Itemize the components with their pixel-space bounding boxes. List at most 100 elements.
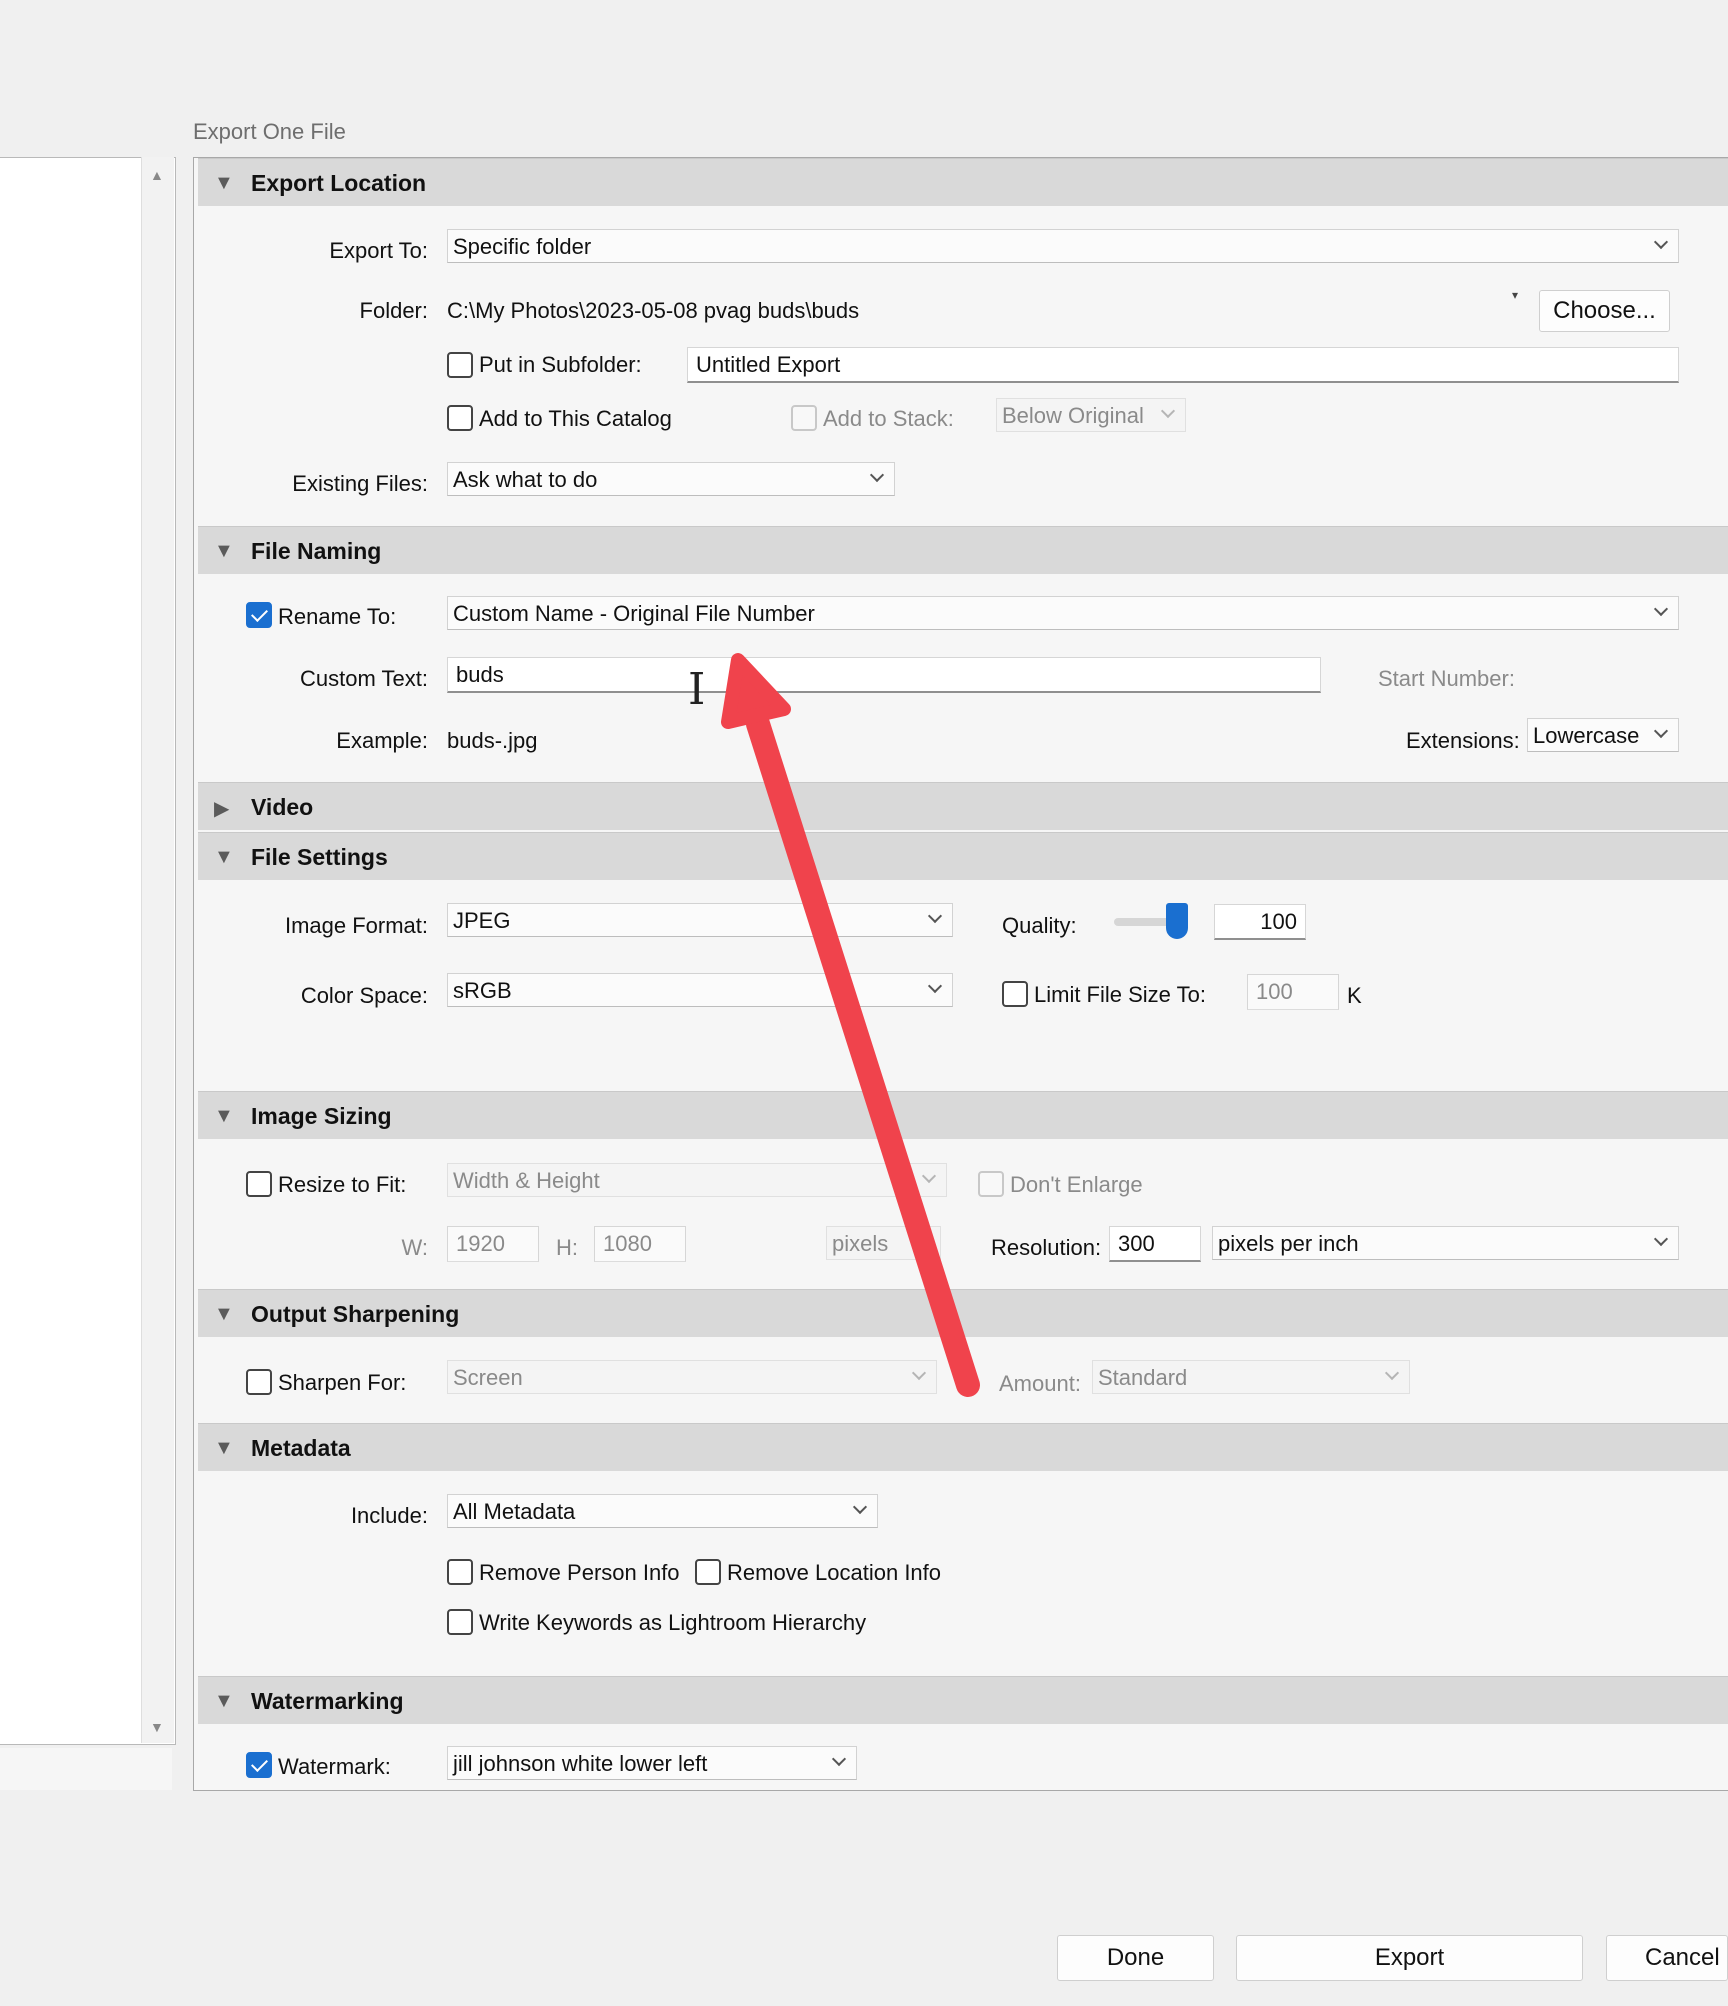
resize-mode-dropdown[interactable]: Width & Height (447, 1163, 947, 1197)
watermark-value: jill johnson white lower left (453, 1751, 708, 1776)
choose-folder-button[interactable]: Choose... (1539, 290, 1670, 332)
text-cursor-icon: I (688, 664, 706, 715)
section-export-location-header[interactable]: ▼ Export Location (198, 158, 1728, 206)
section-image-sizing-header[interactable]: ▼ Image Sizing (198, 1091, 1728, 1139)
add-to-stack-label: Add to Stack: (823, 406, 954, 431)
sharpen-for-label: Sharpen For: (278, 1370, 407, 1395)
size-units-dropdown[interactable]: pixels (826, 1226, 941, 1260)
metadata-include-dropdown[interactable]: All Metadata (447, 1494, 878, 1528)
example-label: Example: (336, 728, 428, 753)
sharpen-amount-dropdown[interactable]: Standard (1092, 1360, 1410, 1394)
existing-files-value: Ask what to do (453, 467, 598, 492)
chevron-down-icon (1653, 723, 1669, 739)
file-size-limit-input[interactable]: 100 (1247, 974, 1339, 1010)
preset-list-scrollbar[interactable]: ▲ ▼ (141, 157, 174, 1743)
watermark-dropdown[interactable]: jill johnson white lower left (447, 1746, 857, 1780)
sharpen-amount-value: Standard (1098, 1365, 1188, 1390)
color-space-dropdown[interactable]: sRGB (447, 973, 953, 1007)
put-in-subfolder-checkbox[interactable] (447, 352, 473, 378)
write-keywords-label: Write Keywords as Lightroom Hierarchy (479, 1610, 867, 1635)
scroll-down-icon[interactable]: ▼ (150, 1719, 164, 1735)
limit-file-size-label: Limit File Size To: (1034, 982, 1206, 1007)
height-label: H: (556, 1235, 578, 1260)
chevron-down-icon (927, 978, 943, 994)
custom-text-input[interactable]: buds (447, 657, 1321, 693)
section-title: Export Location (251, 170, 427, 196)
preset-list-footer (0, 1748, 172, 1790)
collapsed-triangle-icon: ▶ (214, 798, 230, 820)
amount-label: Amount: (999, 1371, 1081, 1396)
chevron-down-icon (1384, 1365, 1400, 1381)
resolution-input[interactable]: 300 (1109, 1226, 1201, 1262)
dialog-title: Export One File (193, 119, 346, 144)
chevron-down-icon (869, 467, 885, 483)
color-space-label: Color Space: (300, 983, 428, 1008)
width-input[interactable]: 1920 (447, 1226, 539, 1262)
remove-person-info-checkbox[interactable] (447, 1559, 473, 1585)
section-metadata-header[interactable]: ▼ Metadata (198, 1423, 1728, 1471)
image-format-label: Image Format: (284, 913, 428, 938)
image-format-dropdown[interactable]: JPEG (447, 903, 953, 937)
sharpen-for-value: Screen (453, 1365, 523, 1390)
section-watermarking-header[interactable]: ▼ Watermarking (198, 1676, 1728, 1724)
rename-to-dropdown[interactable]: Custom Name - Original File Number (447, 596, 1679, 630)
export-to-label: Export To: (329, 238, 428, 263)
rename-to-checkbox[interactable] (246, 602, 272, 628)
sharpen-for-checkbox[interactable] (246, 1369, 272, 1395)
existing-files-label: Existing Files: (292, 471, 428, 496)
include-label: Include: (350, 1503, 428, 1528)
section-video-header[interactable]: ▶ Video (198, 782, 1728, 830)
section-file-settings-header[interactable]: ▼ File Settings (198, 832, 1728, 880)
export-button[interactable]: Export (1236, 1935, 1583, 1981)
section-output-sharpening-header[interactable]: ▼ Output Sharpening (198, 1289, 1728, 1337)
expanded-triangle-icon: ▼ (214, 1437, 234, 1459)
expanded-triangle-icon: ▼ (214, 540, 234, 562)
size-units-value: pixels (832, 1231, 889, 1256)
resize-to-fit-checkbox[interactable] (246, 1171, 272, 1197)
chevron-down-icon (915, 1231, 931, 1247)
export-to-dropdown[interactable]: Specific folder (447, 229, 1679, 263)
width-label: W: (401, 1235, 428, 1260)
chevron-down-icon (927, 908, 943, 924)
export-to-value: Specific folder (453, 234, 592, 259)
put-in-subfolder-label: Put in Subfolder: (479, 352, 642, 377)
subfolder-name-input[interactable]: Untitled Export (687, 347, 1679, 383)
add-to-catalog-checkbox[interactable] (447, 405, 473, 431)
folder-path[interactable]: C:\My Photos\2023-05-08 pvag buds\buds (447, 298, 859, 324)
limit-file-size-checkbox[interactable] (1002, 981, 1028, 1007)
resize-mode-value: Width & Height (453, 1168, 600, 1193)
watermark-checkbox[interactable] (246, 1752, 272, 1778)
sharpen-for-dropdown[interactable]: Screen (447, 1360, 937, 1394)
height-input[interactable]: 1080 (594, 1226, 686, 1262)
write-keywords-checkbox[interactable] (447, 1609, 473, 1635)
expanded-triangle-icon: ▼ (214, 172, 234, 194)
cancel-button[interactable]: Cancel (1606, 1935, 1728, 1981)
stack-position-value: Below Original (1002, 403, 1144, 428)
scroll-up-icon[interactable]: ▲ (150, 167, 164, 183)
chevron-down-icon (1653, 1231, 1669, 1247)
image-format-value: JPEG (453, 908, 511, 933)
chevron-down-icon (852, 1499, 868, 1515)
chevron-down-icon (831, 1751, 847, 1767)
custom-text-label: Custom Text: (300, 666, 428, 691)
chevron-down-icon (1160, 403, 1176, 419)
add-to-stack-checkbox[interactable] (791, 405, 817, 431)
quality-input[interactable]: 100 (1214, 904, 1306, 940)
resize-to-fit-label: Resize to Fit: (278, 1172, 407, 1197)
example-filename: buds-.jpg (447, 728, 538, 753)
resolution-unit-dropdown[interactable]: pixels per inch (1212, 1226, 1679, 1260)
remove-location-info-checkbox[interactable] (695, 1559, 721, 1585)
stack-position-dropdown[interactable]: Below Original (996, 398, 1186, 432)
existing-files-dropdown[interactable]: Ask what to do (447, 462, 895, 496)
section-title: Video (251, 794, 314, 820)
section-title: File Naming (251, 538, 382, 564)
folder-history-icon[interactable]: ▾ (1512, 288, 1518, 302)
done-button[interactable]: Done (1057, 1935, 1214, 1981)
chevron-down-icon (1653, 234, 1669, 250)
section-title: Output Sharpening (251, 1301, 460, 1327)
extensions-dropdown[interactable]: Lowercase (1527, 718, 1679, 752)
dont-enlarge-checkbox[interactable] (978, 1171, 1004, 1197)
quality-slider-thumb[interactable] (1166, 903, 1188, 939)
metadata-include-value: All Metadata (453, 1499, 576, 1524)
section-file-naming-header[interactable]: ▼ File Naming (198, 526, 1728, 574)
